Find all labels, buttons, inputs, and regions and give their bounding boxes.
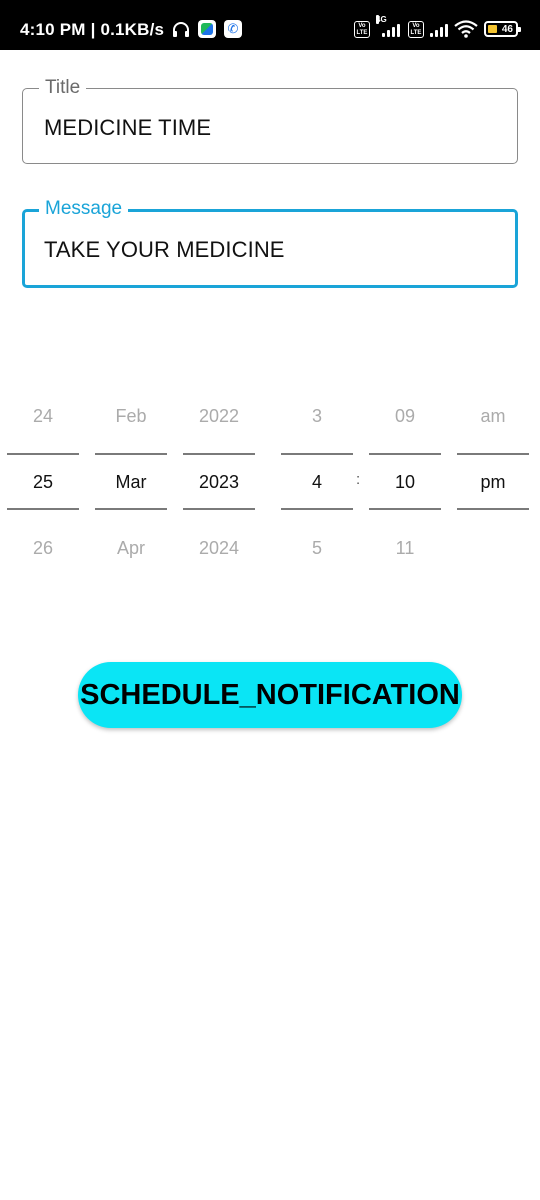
year-wheel[interactable]: 2022 2023 2024	[183, 390, 255, 570]
title-field-value[interactable]: MEDICINE TIME	[44, 115, 211, 141]
year-next[interactable]: 2024	[183, 538, 255, 559]
selection-divider	[7, 508, 79, 510]
title-field[interactable]: Title MEDICINE TIME	[22, 76, 518, 164]
day-next[interactable]: 26	[7, 538, 79, 559]
hour-next[interactable]: 5	[281, 538, 353, 559]
hour-wheel[interactable]: 3 4 5	[281, 390, 353, 570]
battery-level	[488, 25, 497, 33]
selection-divider	[7, 453, 79, 455]
month-wheel[interactable]: Feb Mar Apr	[95, 390, 167, 570]
ampm-wheel[interactable]: am pm	[457, 390, 529, 570]
selection-divider	[183, 508, 255, 510]
year-prev[interactable]: 2022	[183, 406, 255, 427]
selection-divider	[281, 453, 353, 455]
minute-prev[interactable]: 09	[369, 406, 441, 427]
month-prev[interactable]: Feb	[95, 406, 167, 427]
message-field[interactable]: Message TAKE YOUR MEDICINE	[22, 197, 518, 288]
status-time: 4:10 PM | 0.1KB/s	[20, 20, 165, 39]
chat-app-icon	[198, 20, 216, 38]
minute-wheel[interactable]: 09 10 11	[369, 390, 441, 570]
selection-divider	[281, 508, 353, 510]
status-system-icons: Vo LTE 4G Vo LTE 46	[354, 15, 521, 38]
day-prev[interactable]: 24	[7, 406, 79, 427]
wifi-icon	[454, 20, 478, 38]
schedule-notification-button[interactable]: SCHEDULE_NOTIFICATION	[78, 662, 462, 728]
selection-divider	[457, 453, 529, 455]
minute-current[interactable]: 10	[369, 472, 441, 493]
month-next[interactable]: Apr	[95, 538, 167, 559]
hour-prev[interactable]: 3	[281, 406, 353, 427]
battery-percent: 46	[501, 23, 513, 35]
title-field-label: Title	[39, 76, 87, 100]
month-current[interactable]: Mar	[95, 472, 167, 493]
battery-icon: 46	[484, 21, 521, 37]
selection-divider	[369, 508, 441, 510]
network-type-label: 4G	[376, 15, 387, 24]
volte-icon: Vo LTE	[408, 20, 424, 38]
signal-icon: 4G	[376, 15, 402, 37]
year-current[interactable]: 2023	[183, 472, 255, 493]
schedule-notification-label: SCHEDULE_NOTIFICATION	[80, 678, 460, 711]
volte-icon: Vo LTE	[354, 20, 370, 38]
minute-next[interactable]: 11	[369, 538, 441, 559]
signal-icon	[430, 21, 448, 37]
day-current[interactable]: 25	[7, 472, 79, 493]
selection-divider	[457, 508, 529, 510]
ampm-current[interactable]: pm	[457, 472, 529, 493]
time-separator: :	[356, 471, 361, 488]
hour-current[interactable]: 4	[281, 472, 353, 493]
headphones-icon	[173, 21, 189, 37]
selection-divider	[95, 508, 167, 510]
ampm-prev[interactable]: am	[457, 406, 529, 427]
phone-app-icon: ✆	[224, 20, 242, 38]
status-bar: 4:10 PM | 0.1KB/s ✆ Vo LTE 4G Vo LTE 46	[0, 0, 540, 50]
selection-divider	[95, 453, 167, 455]
selection-divider	[183, 453, 255, 455]
day-wheel[interactable]: 24 25 26	[7, 390, 79, 570]
message-field-value[interactable]: TAKE YOUR MEDICINE	[44, 237, 285, 263]
date-time-picker: 24 25 26 Feb Mar Apr 2022 2023 2024 3 4 …	[0, 390, 540, 570]
status-notification-icons: ✆	[172, 20, 242, 38]
selection-divider	[369, 453, 441, 455]
message-field-label: Message	[39, 197, 129, 221]
